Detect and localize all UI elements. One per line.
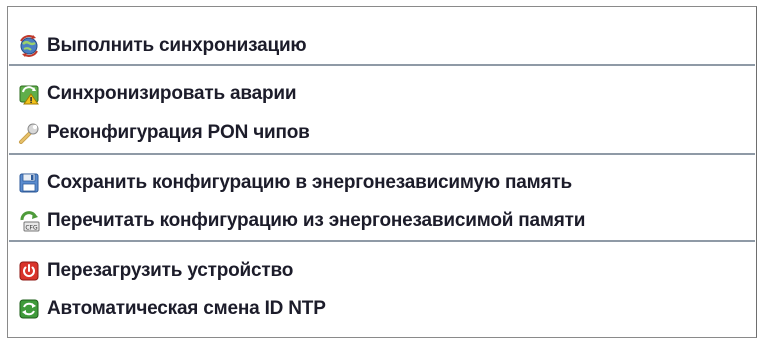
menu-item-label: Перезагрузить устройство <box>47 260 294 281</box>
cfg-text: CFG <box>25 225 38 232</box>
wrench-icon <box>19 123 39 144</box>
menu-item-label: Реконфигурация PON чипов <box>47 122 310 143</box>
menu-item-reload-config[interactable]: CFG Перечитать конфигурацию из энергонез… <box>8 204 756 238</box>
reload-config-icon: CFG <box>20 211 40 232</box>
floppy-disk-icon <box>19 173 39 193</box>
menu-separator <box>9 153 755 155</box>
menu-item-label: Синхронизировать аварии <box>47 83 297 104</box>
context-menu: Выполнить синхронизацию Синхронизировать… <box>7 6 757 338</box>
alarm-sync-icon <box>19 85 39 105</box>
menu-item-run-sync[interactable]: Выполнить синхронизацию <box>8 29 756 63</box>
menu-item-reconfigure-pon[interactable]: Реконфигурация PON чипов <box>8 116 756 150</box>
menu-item-save-config[interactable]: Сохранить конфигурацию в энергонезависим… <box>8 166 756 200</box>
power-icon <box>19 261 39 281</box>
menu-item-label: Выполнить синхронизацию <box>47 35 307 56</box>
menu-item-reboot-device[interactable]: Перезагрузить устройство <box>8 254 756 288</box>
menu-item-label: Перечитать конфигурацию из энергонезавис… <box>47 210 586 231</box>
menu-separator <box>9 64 755 66</box>
refresh-arrows-icon <box>19 299 39 319</box>
sync-globe-icon <box>20 35 38 57</box>
menu-item-label: Сохранить конфигурацию в энергонезависим… <box>47 172 572 193</box>
menu-separator <box>9 240 755 242</box>
menu-item-auto-ntp-id[interactable]: Автоматическая смена ID NTP <box>8 292 756 326</box>
menu-item-label: Автоматическая смена ID NTP <box>47 298 326 319</box>
menu-item-sync-alarms[interactable]: Синхронизировать аварии <box>8 77 756 111</box>
